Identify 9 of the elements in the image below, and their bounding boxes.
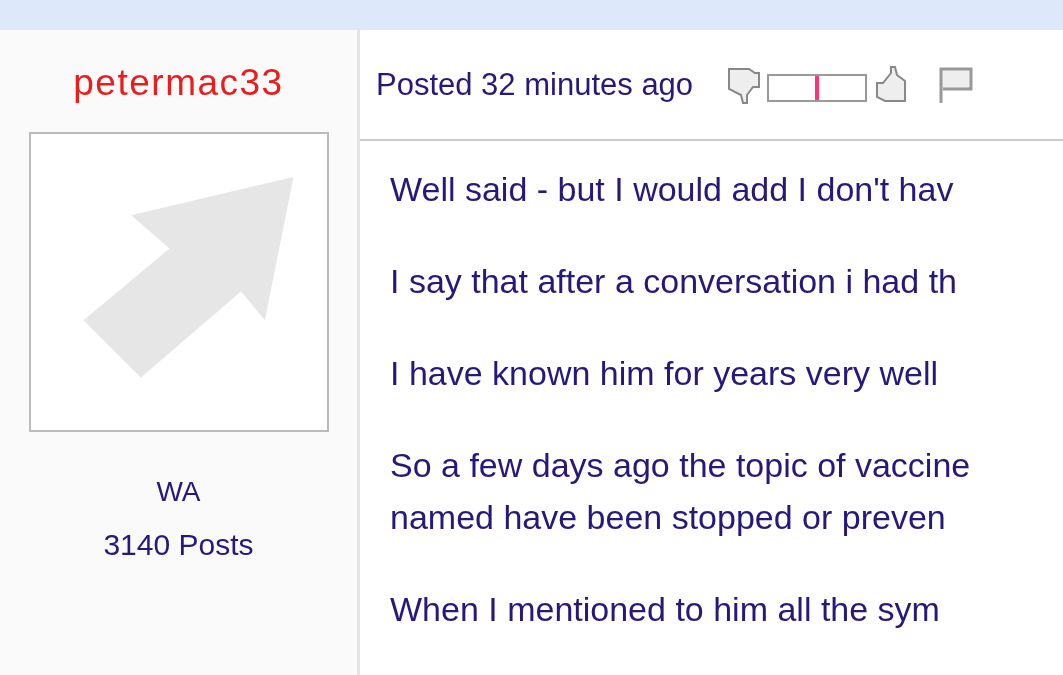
post-paragraph: I have known him for years very well (390, 353, 939, 394)
post-paragraph: I say that after a conversation i had th (390, 261, 958, 302)
post-paragraph: Well said - but I would add I don't hav (390, 169, 955, 210)
post-paragraph: When I mentioned to him all the sym (390, 589, 941, 630)
user-location: WA (156, 476, 201, 508)
post-time: Posted 32 minutes ago (376, 66, 694, 103)
post-count: 3140 Posts (103, 528, 254, 562)
username[interactable]: petermac33 (73, 62, 284, 104)
post-paragraph: So a few days ago the topic of vaccine named have been stopped or preven (390, 445, 972, 538)
